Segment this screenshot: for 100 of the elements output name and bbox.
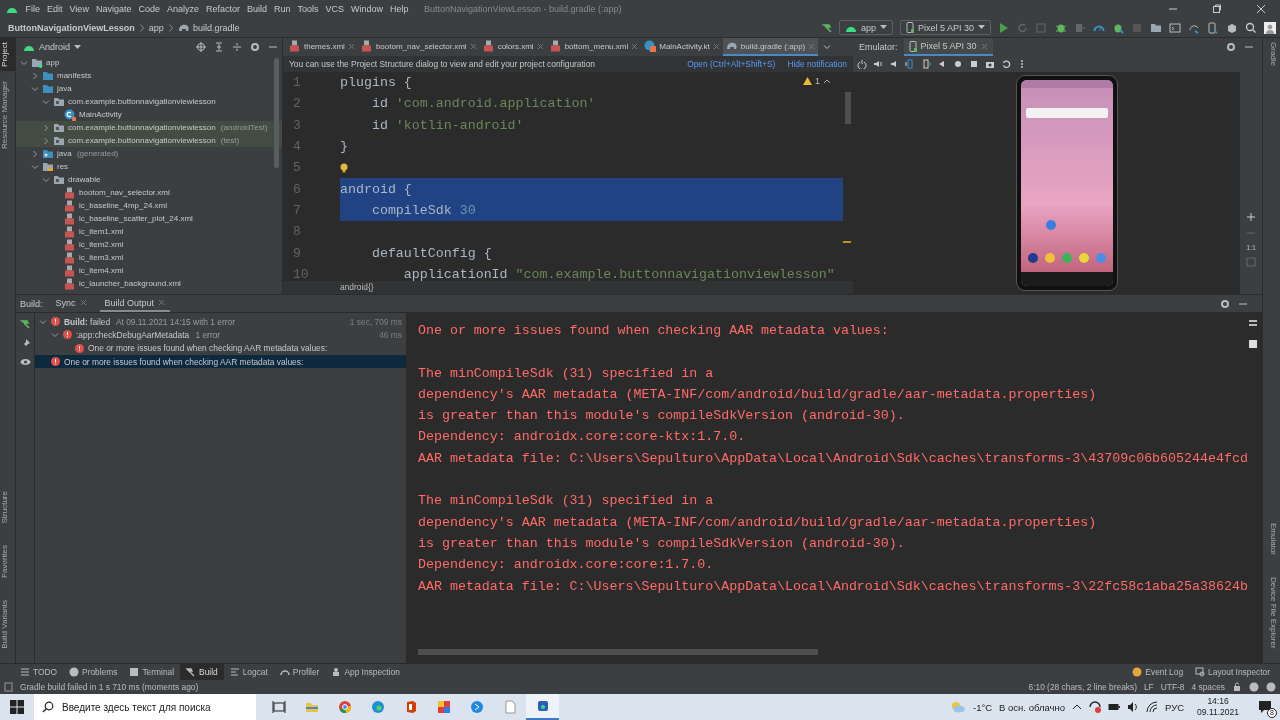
clock-date[interactable]: 09.11.2021 bbox=[1197, 707, 1239, 718]
panel-tab[interactable]: Sync bbox=[50, 295, 92, 312]
status-item[interactable]: 4 spaces bbox=[1191, 682, 1225, 692]
editor-tab[interactable]: MainActivity.kt bbox=[641, 38, 723, 56]
status-item[interactable]: 6:10 (28 chars, 2 line breaks) bbox=[1028, 682, 1137, 692]
language-indicator[interactable]: РУС bbox=[1165, 701, 1185, 713]
menu-item[interactable]: Navigate bbox=[92, 4, 135, 14]
back-icon[interactable] bbox=[937, 59, 947, 69]
scrollbar[interactable] bbox=[418, 649, 818, 655]
tree-item[interactable]: ic_item3.xml bbox=[16, 251, 282, 264]
search-icon[interactable] bbox=[1245, 21, 1257, 34]
zoom-in-icon[interactable] bbox=[1246, 212, 1256, 222]
tool-window-tab[interactable]: Resource Manager bbox=[0, 76, 15, 153]
menu-item[interactable]: Window bbox=[347, 4, 387, 14]
notification-icon[interactable] bbox=[1258, 700, 1272, 714]
menu-item[interactable]: Run bbox=[270, 4, 294, 14]
status-message[interactable]: Gradle build failed in 1 s 710 ms (moments ago) bbox=[20, 682, 199, 692]
app-icon[interactable] bbox=[535, 699, 550, 713]
menu-item[interactable]: Analyze bbox=[163, 4, 203, 14]
menu-item[interactable]: File bbox=[22, 4, 44, 14]
eye-icon[interactable] bbox=[19, 357, 31, 368]
tool-window-tab[interactable]: Event Log bbox=[1126, 664, 1190, 680]
app-icon[interactable] bbox=[469, 700, 484, 714]
locate-icon[interactable] bbox=[196, 42, 206, 52]
tree-item[interactable]: One or more issues found when checking AAR metadata values: bbox=[35, 341, 406, 355]
hammer-icon[interactable] bbox=[821, 22, 832, 33]
tool-window-tab[interactable]: Layout Inspector bbox=[1189, 664, 1276, 680]
menu-item[interactable]: Edit bbox=[43, 4, 67, 14]
account-icon[interactable] bbox=[1264, 21, 1276, 34]
tool-window-tab[interactable]: Problems bbox=[63, 664, 124, 680]
chevron-down-icon[interactable] bbox=[822, 42, 833, 52]
inspection-widget[interactable]: 1 bbox=[803, 76, 831, 86]
camera-icon[interactable] bbox=[985, 59, 995, 69]
task-view-icon[interactable] bbox=[271, 700, 286, 714]
breadcrumb-item[interactable]: app bbox=[148, 22, 164, 33]
tree-item[interactable]: MainActivity bbox=[16, 108, 282, 121]
view-dropdown[interactable]: Android bbox=[20, 42, 85, 52]
tree-item[interactable]: app bbox=[16, 56, 282, 69]
tool-window-tab[interactable]: Structure bbox=[0, 486, 15, 528]
tool-window-tab[interactable]: Emulator bbox=[1263, 519, 1278, 560]
volume-icon[interactable] bbox=[1127, 701, 1140, 713]
rotate-icon[interactable] bbox=[921, 59, 931, 69]
tree-item[interactable]: ic_item4.xml bbox=[16, 264, 282, 277]
breadcrumb-item[interactable]: android{} bbox=[283, 281, 853, 294]
phone-icon[interactable] bbox=[1207, 21, 1219, 34]
folder-icon[interactable] bbox=[1150, 21, 1162, 34]
tool-window-tab[interactable]: Profiler bbox=[273, 664, 326, 680]
menu-item[interactable]: VCS bbox=[322, 4, 348, 14]
volume-down-icon[interactable] bbox=[889, 59, 899, 69]
restore-icon[interactable] bbox=[1212, 4, 1222, 14]
status-item[interactable]: UTF-8 bbox=[1160, 682, 1185, 692]
status-item[interactable]: LF bbox=[1143, 682, 1154, 692]
notification-link[interactable]: Open (Ctrl+Alt+Shift+S) bbox=[687, 59, 776, 69]
chevron-up-icon[interactable] bbox=[1072, 702, 1083, 712]
editor-tab[interactable]: bottom_menu.xml bbox=[546, 38, 642, 56]
replay-icon[interactable] bbox=[1001, 59, 1011, 69]
tool-window-tab[interactable]: Build Variants bbox=[0, 596, 15, 653]
expand-all-icon[interactable] bbox=[214, 42, 224, 52]
tool-window-tab[interactable]: App Inspection bbox=[325, 664, 406, 680]
scrollbar[interactable] bbox=[845, 92, 851, 124]
editor-tab[interactable]: build.gradle (:app) bbox=[722, 38, 819, 56]
tree-item[interactable]: One or more issues found when checking AAR metadata values: bbox=[35, 354, 406, 369]
search-field[interactable]: Введите здесь текст для поиска bbox=[34, 694, 256, 720]
settings-icon[interactable] bbox=[1226, 42, 1236, 52]
terminal-icon[interactable] bbox=[1169, 21, 1181, 34]
cube-icon[interactable] bbox=[436, 700, 451, 714]
tree-item[interactable]: ic_item2.xml bbox=[16, 238, 282, 251]
tree-item[interactable]: ic_baseline_scatter_plot_24.xml bbox=[16, 212, 282, 225]
volume-up-icon[interactable] bbox=[873, 59, 883, 69]
tool-window-tab[interactable]: TODO bbox=[14, 664, 64, 680]
rotate-icon[interactable] bbox=[905, 59, 915, 69]
clock-time[interactable]: 14:16 bbox=[1207, 696, 1229, 707]
editor-tab[interactable]: themes.xml bbox=[286, 38, 358, 56]
lightbulb-icon[interactable] bbox=[340, 162, 348, 173]
tree-item[interactable]: com.example.buttonnavigationviewlesson (androidTest) bbox=[16, 121, 282, 134]
tool-window-tab[interactable]: Gradle bbox=[1263, 38, 1278, 70]
device-dropdown[interactable]: Pixel 5 API 30 bbox=[899, 20, 991, 35]
menu-item[interactable]: Code bbox=[134, 4, 164, 14]
close-icon[interactable] bbox=[1256, 4, 1266, 14]
power-icon[interactable] bbox=[857, 59, 867, 69]
editor-tab[interactable]: colors.xml bbox=[479, 38, 547, 56]
settings-icon[interactable] bbox=[1220, 298, 1230, 309]
hammer-icon[interactable] bbox=[19, 319, 31, 330]
tree-item[interactable]: manifests bbox=[16, 69, 282, 82]
windows-icon[interactable] bbox=[10, 700, 24, 714]
tool-window-tab[interactable]: Device File Explorer bbox=[1263, 573, 1278, 653]
scrollbar[interactable] bbox=[274, 58, 279, 168]
editor-tab[interactable]: bootom_nav_selector.xml bbox=[357, 38, 480, 56]
tree-item[interactable]: ic_item1.xml bbox=[16, 225, 282, 238]
browser-icon[interactable] bbox=[337, 700, 352, 714]
tree-item[interactable]: bootom_nav_selector.xml bbox=[16, 186, 282, 199]
breadcrumb-item[interactable]: ButtonNavigationViewLesson bbox=[8, 22, 135, 33]
battery-icon[interactable] bbox=[1108, 702, 1121, 712]
menu-item[interactable]: View bbox=[66, 4, 93, 14]
menu-item[interactable]: Tools bbox=[294, 4, 323, 14]
home-icon[interactable] bbox=[953, 59, 963, 69]
tool-window-tab[interactable]: Build bbox=[180, 664, 224, 680]
collapse-all-icon[interactable] bbox=[232, 42, 242, 52]
weather-label[interactable]: В осн. облачно bbox=[999, 701, 1066, 713]
tool-window-tab[interactable]: Terminal bbox=[123, 664, 181, 680]
